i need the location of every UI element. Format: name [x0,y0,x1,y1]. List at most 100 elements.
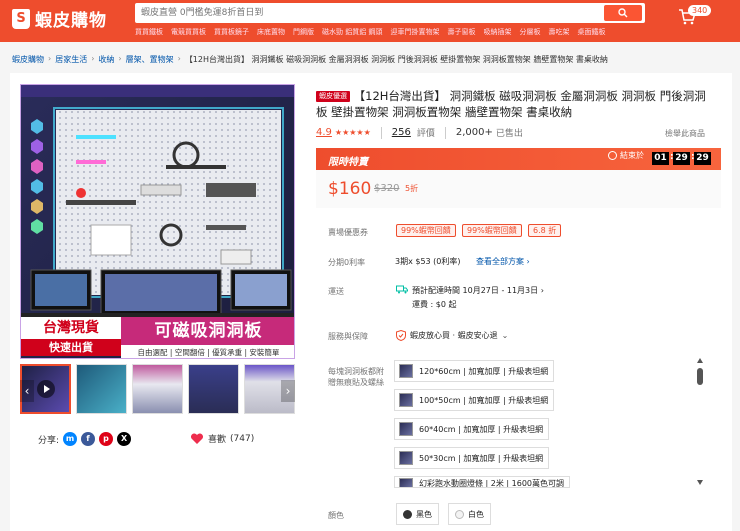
search-input[interactable] [141,6,601,20]
breadcrumb-current: 【12H台灣出貨】 洞洞鐵板 磁吸洞洞板 金屬洞洞板 洞洞板 門後洞洞板 壁掛置… [184,55,608,64]
variant-thumbnail [399,451,413,465]
scroll-up-arrow[interactable] [697,358,703,363]
hot-keyword[interactable]: 壽吃架 [548,27,569,37]
like-label: 喜歡 [208,435,227,445]
discount-label: 5折 [405,184,419,193]
clock-icon [608,151,617,160]
image-banner: 台灣現貨 快速出貨 可磁吸洞洞板 自由選配 | 空間翻倍 | 優質承重 | 安裝… [21,317,294,358]
breadcrumb-item[interactable]: 收納 [98,54,114,65]
banner-tag-line1: 台灣現貨 [21,317,121,339]
coupon-chip[interactable]: 99%蝦幣回饋 [396,224,456,237]
banner-headline: 可磁吸洞洞板 [121,317,294,345]
review-count[interactable]: 256 [392,127,411,138]
share-row: 分享: m f p X [38,432,132,446]
breadcrumb-item[interactable]: 層架、置物架 [126,54,174,65]
cart-count-badge: 340 [688,5,712,16]
logo-text: 蝦皮購物 [35,11,107,31]
hot-keywords: 買買鐵板 電競買買板 買買板鏡子 床底置物 門鋼版 磁水勁 鋁質鋁 鋼頭 迎車門… [135,27,605,37]
color-option-white[interactable]: 白色 [448,503,491,525]
breadcrumb: 蝦皮購物 › 居家生活 › 收納 › 層架、置物架 › 【12H台灣出貨】 洞洞鐵板 磁… [12,54,608,65]
variant-option-label: 100*50cm | 加寬加厚 | 升級表坦網 [419,395,549,405]
chevron-right-icon: › [177,54,181,63]
hot-keyword[interactable]: 壽子窗板 [447,27,475,37]
color-option-black[interactable]: 黑色 [396,503,439,525]
pinterest-icon[interactable]: p [99,432,114,446]
delivery-estimate: 預計配達時間 10月27日 - 11月3日 › [412,286,544,295]
scroll-down-arrow[interactable] [697,480,703,485]
variant-option[interactable]: 120*60cm | 加寬加厚 | 升級表坦網 [394,360,555,382]
banner-tag-line2: 快速出貨 [21,339,121,356]
messenger-icon[interactable]: m [63,432,78,446]
breadcrumb-item[interactable]: 蝦皮購物 [12,54,44,65]
thumbnail-prev-button[interactable]: ‹ [20,380,34,402]
play-icon [37,380,55,398]
variant-thumbnail [399,393,413,407]
installment-text: 3期x $53 (0利率) [395,257,461,266]
ends-label: 結束於 [620,151,644,160]
thumbnail-next-button[interactable]: › [281,380,295,402]
thumbnail-strip [20,364,295,414]
search-icon [618,8,628,18]
hot-keyword[interactable]: 買買板鏡子 [214,27,249,37]
shopping-bag-icon [12,8,30,29]
shipping-fee: 運費 : $0 起 [412,300,457,309]
product-main-image[interactable]: 台灣現貨 快速出貨 可磁吸洞洞板 自由選配 | 空間翻倍 | 優質承重 | 安裝… [20,84,295,359]
x-icon[interactable]: X [117,432,132,446]
top-header: 蝦皮購物 買買鐵板 電競買買板 買買板鏡子 床底置物 門鋼版 磁水勁 鋁質鋁 鋼… [0,0,740,42]
preferred-badge: 蝦皮優選 [316,91,350,102]
color-swatch [403,509,412,519]
hot-keyword[interactable]: 磁水勁 鋁質鋁 鋼頭 [322,27,382,37]
guarantee-dropdown[interactable]: 蝦皮放心買 · 蝦皮安心退 ⌄ [396,330,508,341]
product-title-text: 【12H台灣出貨】 洞洞鐵板 磁吸洞洞板 金屬洞洞板 洞洞板 門後洞洞板 壁掛置… [316,89,706,119]
sold-label: 已售出 [495,129,523,139]
coupons-label: 賣場優惠券 [328,228,368,237]
color-swatch [455,509,464,519]
variant-option-label: 120*60cm | 加寬加厚 | 升級表坦網 [419,366,549,376]
thumbnail-image[interactable] [76,364,127,414]
thumbnail-image[interactable] [132,364,183,414]
facebook-icon[interactable]: f [81,432,96,446]
price-box: $160 $320 5折 [316,170,721,208]
variant-option[interactable]: 100*50cm | 加寬加厚 | 升級表坦網 [394,389,555,411]
chevron-right-icon: › [48,54,52,63]
hot-keyword[interactable]: 床底置物 [257,27,285,37]
variant-option[interactable]: 50*30cm | 加寬加厚 | 升級表坦網 [394,447,550,469]
variant-thumbnail [399,422,413,436]
share-label: 分享: [38,435,60,446]
star-rating-icon: ★★★★★ [334,128,371,137]
breadcrumb-item[interactable]: 居家生活 [55,54,87,65]
report-link[interactable]: 檢舉此商品 [665,128,705,139]
hot-keyword[interactable]: 門鋼版 [293,27,314,37]
scrollbar-thumb[interactable] [697,368,703,385]
variant-option[interactable]: 60*40cm | 加寬加厚 | 升級表坦網 [394,418,550,440]
banner-features: 自由選配 | 空間翻倍 | 優質承重 | 安裝簡單 [121,345,294,358]
variant-option-label: 幻彩跑水動圈燈條 | 2米 | 1600萬色可調 [419,479,565,488]
variant-option-label: 60*40cm | 加寬加厚 | 升級表坦網 [419,424,544,434]
flash-sale-title: 限時特賣 [328,157,368,168]
variant-thumbnail [399,364,413,378]
installment-label: 分期0利率 [328,258,366,267]
hot-keyword[interactable]: 桌面鐵板 [577,27,605,37]
coupon-chip[interactable]: 6.8 折 [528,224,562,237]
rating-value[interactable]: 4.9 [316,127,332,138]
hot-keyword[interactable]: 買買鐵板 [135,27,163,37]
countdown-seconds: 29 [694,152,711,165]
color-option-label: 白色 [468,509,484,519]
hot-keyword[interactable]: 分層板 [519,27,540,37]
sold-count: 2,000+ [455,127,493,138]
search-button[interactable] [604,5,642,21]
like-button[interactable]: 喜歡 (747) [190,432,254,445]
guarantee-label: 服務與保障 [328,332,368,341]
hot-keyword[interactable]: 迎車門掛置物架 [390,27,439,37]
coupon-chip[interactable]: 99%蝦幣回饋 [462,224,522,237]
variant-option[interactable]: 幻彩跑水動圈燈條 | 2米 | 1600萬色可調 [394,476,571,488]
hot-keyword[interactable]: 電競買買板 [171,27,206,37]
flash-sale-end: 結束於 [608,150,644,161]
variant-thumbnail [399,478,413,487]
thumbnail-image[interactable] [188,364,239,414]
truck-icon [396,285,408,294]
shopee-logo[interactable]: 蝦皮購物 [12,6,107,31]
review-label: 評價 [416,129,435,139]
installment-link[interactable]: 查看全部方案 › [476,256,530,267]
hot-keyword[interactable]: 吸納插架 [483,27,511,37]
